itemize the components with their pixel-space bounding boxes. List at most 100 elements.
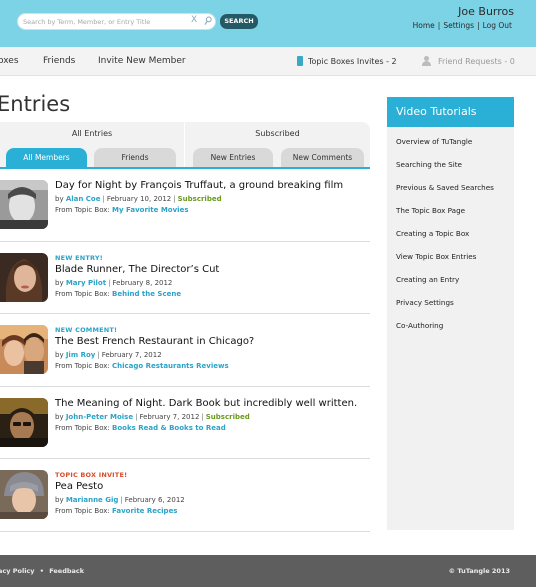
author-link[interactable]: Alan Coe xyxy=(66,195,101,203)
author-link[interactable]: Jim Roy xyxy=(66,351,96,359)
entry-title[interactable]: Blade Runner, The Director’s Cut xyxy=(55,264,219,275)
page-title: Entries xyxy=(0,92,71,116)
tab-friends[interactable]: Friends xyxy=(94,148,176,167)
by-label: by xyxy=(55,413,64,421)
sidebar-item-view-entries[interactable]: View Topic Box Entries xyxy=(396,252,476,261)
by-label: by xyxy=(55,496,64,504)
entry-byline: by Alan Coe | February 10, 2012 | Subscribed xyxy=(55,195,222,203)
tab-all-entries[interactable]: All Entries xyxy=(0,129,184,138)
nav-item-topic-boxes[interactable]: oxes xyxy=(0,56,19,66)
search-box: X xyxy=(17,13,216,30)
entry-avatar[interactable] xyxy=(0,253,48,302)
topic-box-invites-label: Topic Boxes Invites - 2 xyxy=(308,57,397,66)
sidebar-item-creating-topic-box[interactable]: Creating a Topic Box xyxy=(396,229,469,238)
entry-date: February 8, 2012 xyxy=(112,279,173,287)
search-icon[interactable] xyxy=(204,16,212,26)
entry-row: NEW COMMENT! The Best French Restaurant … xyxy=(0,314,370,387)
clear-search-icon[interactable]: X xyxy=(191,15,197,25)
sidebar-item-creating-entry[interactable]: Creating an Entry xyxy=(396,275,459,284)
meta-separator: | xyxy=(173,195,176,203)
entry-avatar[interactable] xyxy=(0,180,48,229)
footer: acy Policy • Feedback © TuTangle 2013 xyxy=(0,555,536,587)
entry-title[interactable]: The Meaning of Night. Dark Book but incr… xyxy=(55,398,357,409)
meta-separator: | xyxy=(201,413,204,421)
from-topic-box-label: From Topic Box: xyxy=(55,290,110,298)
sidebar-item-overview[interactable]: Overview of TuTangle xyxy=(396,137,472,146)
feedback-link[interactable]: Feedback xyxy=(49,567,84,575)
topic-box-link[interactable]: My Favorite Movies xyxy=(112,206,188,214)
topic-box-invites[interactable]: Topic Boxes Invites - 2 xyxy=(297,56,397,66)
home-link[interactable]: Home xyxy=(413,21,435,30)
from-topic-box-label: From Topic Box: xyxy=(55,362,110,370)
user-links: Home | Settings | Log Out xyxy=(413,21,512,30)
sidebar-item-searching[interactable]: Searching the Site xyxy=(396,160,462,169)
sidebar-item-topic-box-page[interactable]: The Topic Box Page xyxy=(396,206,465,215)
nav-item-invite[interactable]: Invite New Member xyxy=(98,56,186,66)
sidebar-item-saved-searches[interactable]: Previous & Saved Searches xyxy=(396,183,494,192)
author-link[interactable]: Marianne Gig xyxy=(66,496,119,504)
entry-byline: by John-Peter Moise | February 7, 2012 | Sub… xyxy=(55,413,250,421)
entry-flag: TOPIC BOX INVITE! xyxy=(55,471,128,479)
meta-separator: | xyxy=(108,279,111,287)
tab-new-comments[interactable]: New Comments xyxy=(281,148,364,167)
author-link[interactable]: John-Peter Moise xyxy=(66,413,133,421)
logout-link[interactable]: Log Out xyxy=(483,21,512,30)
entry-title[interactable]: Pea Pesto xyxy=(55,481,103,492)
entry-topic-box: From Topic Box: My Favorite Movies xyxy=(55,206,188,214)
tab-all-members[interactable]: All Members xyxy=(6,148,87,167)
main-nav: oxes Friends Invite New Member Topic Box… xyxy=(0,47,536,76)
nav-item-friends[interactable]: Friends xyxy=(43,56,75,66)
entry-avatar[interactable] xyxy=(0,470,48,519)
friend-requests[interactable]: Friend Requests - 0 xyxy=(421,56,515,66)
from-topic-box-label: From Topic Box: xyxy=(55,507,110,515)
top-bar: X SEARCH Joe Burros Home|Settings|Log Ou… xyxy=(0,0,536,47)
topic-box-link[interactable]: Books Read & Books to Read xyxy=(112,424,226,432)
by-label: by xyxy=(55,351,64,359)
link-separator: | xyxy=(477,21,480,30)
from-topic-box-label: From Topic Box: xyxy=(55,206,110,214)
tab-new-entries[interactable]: New Entries xyxy=(193,148,273,167)
footer-links: acy Policy • Feedback xyxy=(0,567,84,575)
by-label: by xyxy=(55,279,64,287)
meta-separator: | xyxy=(135,413,138,421)
entry-tabs: All Entries Subscribed All Members Frien… xyxy=(0,122,370,169)
entry-row: NEW ENTRY! Blade Runner, The Director’s … xyxy=(0,242,370,314)
entry-date: February 10, 2012 xyxy=(106,195,172,203)
entry-flag: NEW COMMENT! xyxy=(55,326,118,334)
entry-topic-box: From Topic Box: Chicago Restaurants Revi… xyxy=(55,362,229,370)
topic-box-link[interactable]: Favorite Recipes xyxy=(112,507,177,515)
entry-title[interactable]: Day for Night by François Truffaut, a gr… xyxy=(55,180,343,191)
meta-separator: | xyxy=(102,195,105,203)
sidebar-item-privacy[interactable]: Privacy Settings xyxy=(396,298,454,307)
entry-avatar[interactable] xyxy=(0,325,48,374)
settings-link[interactable]: Settings xyxy=(443,21,474,30)
meta-separator: | xyxy=(97,351,100,359)
topic-box-icon xyxy=(297,56,303,66)
topic-box-link[interactable]: Behind the Scene xyxy=(112,290,181,298)
footer-dot: • xyxy=(39,567,44,575)
sidebar-title: Video Tutorials xyxy=(387,97,514,127)
tab-subscribed[interactable]: Subscribed xyxy=(185,129,370,138)
search-button[interactable]: SEARCH xyxy=(220,14,258,29)
sidebar-item-co-authoring[interactable]: Co-Authoring xyxy=(396,321,443,330)
entry-topic-box: From Topic Box: Books Read & Books to Re… xyxy=(55,424,226,432)
entry-byline: by Marianne Gig | February 6, 2012 xyxy=(55,496,185,504)
search-input[interactable] xyxy=(23,14,183,29)
privacy-policy-link[interactable]: acy Policy xyxy=(0,567,35,575)
topic-box-link[interactable]: Chicago Restaurants Reviews xyxy=(112,362,229,370)
entry-row: TOPIC BOX INVITE! Pea Pesto by Marianne … xyxy=(0,459,370,532)
entry-row: The Meaning of Night. Dark Book but incr… xyxy=(0,387,370,459)
entry-byline: by Mary Pilot | February 8, 2012 xyxy=(55,279,172,287)
copyright: © TuTangle 2013 xyxy=(448,567,510,575)
entry-byline: by Jim Roy | February 7, 2012 xyxy=(55,351,162,359)
username: Joe Burros xyxy=(458,5,514,18)
entry-avatar[interactable] xyxy=(0,398,48,447)
video-tutorials-sidebar: Video Tutorials Overview of TuTangle Sea… xyxy=(387,97,514,530)
person-icon xyxy=(421,56,432,66)
friend-requests-label: Friend Requests - 0 xyxy=(438,57,515,66)
entry-title[interactable]: The Best French Restaurant in Chicago? xyxy=(55,336,254,347)
subscribed-badge: Subscribed xyxy=(177,195,222,203)
by-label: by xyxy=(55,195,64,203)
author-link[interactable]: Mary Pilot xyxy=(66,279,106,287)
entry-date: February 7, 2012 xyxy=(139,413,200,421)
